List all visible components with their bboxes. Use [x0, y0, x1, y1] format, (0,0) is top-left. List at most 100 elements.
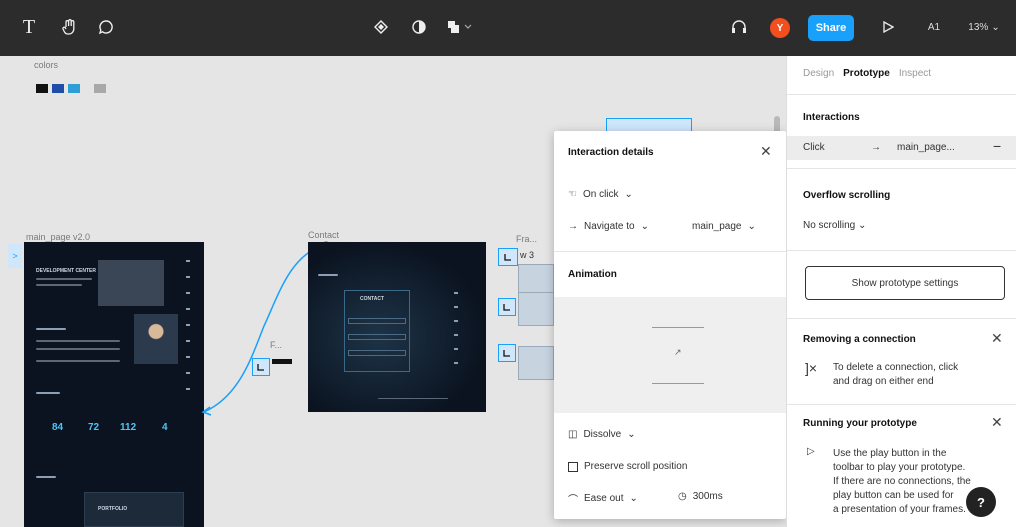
action-value: Navigate to: [584, 221, 635, 232]
running-text-line: a presentation of your frames.: [833, 504, 966, 515]
frame-label-contact[interactable]: Contact: [308, 230, 339, 240]
hand-tool-icon[interactable]: [58, 14, 82, 40]
main-page-headline: DEVELOPMENT CENTER: [36, 268, 97, 274]
close-icon[interactable]: ✕: [991, 330, 1003, 347]
zoom-dropdown[interactable]: 13% ⌄: [966, 18, 1002, 36]
color-swatch-cyan[interactable]: [68, 84, 80, 93]
interaction-details-popover: Interaction details ✕ ☜ On click ⌄ → Nav…: [554, 131, 786, 519]
section-title: [318, 274, 338, 276]
running-text-line: play button can be used for: [833, 490, 954, 501]
play-icon[interactable]: [878, 16, 898, 38]
headphones-icon[interactable]: [728, 16, 750, 38]
preserve-scroll-checkbox[interactable]: Preserve scroll position: [568, 461, 687, 472]
small-frame-bar[interactable]: [272, 359, 292, 364]
cursor-icon: ↗: [674, 347, 682, 357]
divider: [787, 318, 1016, 319]
divider: [787, 250, 1016, 251]
help-button[interactable]: ?: [966, 487, 996, 517]
running-text-line: toolbar to play your prototype.: [833, 462, 966, 473]
frame-thumbnail[interactable]: [518, 292, 554, 326]
divider: [787, 404, 1016, 405]
color-swatch-black[interactable]: [36, 84, 48, 93]
tab-inspect[interactable]: Inspect: [899, 68, 931, 79]
removing-text-line-2: and drag on either end: [833, 376, 934, 387]
frame-label-fra[interactable]: Fra...: [516, 234, 537, 244]
close-icon[interactable]: ✕: [760, 143, 772, 160]
transition-dropdown[interactable]: ◫ Dissolve ⌄: [568, 429, 636, 440]
connection-handle[interactable]: [252, 358, 270, 376]
frame-handle[interactable]: [498, 344, 516, 362]
comment-tool-icon[interactable]: [94, 14, 118, 40]
disconnect-icon: ]×: [805, 360, 818, 376]
running-text-line: If there are no connections, the: [833, 476, 971, 487]
footer-line: [378, 398, 448, 399]
form-field: [348, 350, 406, 356]
component-icon[interactable]: [370, 16, 392, 38]
easing-value: Ease out: [584, 493, 624, 504]
section-title: [36, 392, 60, 394]
trigger-dropdown[interactable]: ☜ On click ⌄: [568, 189, 633, 200]
removing-connection-title: Removing a connection: [803, 334, 916, 345]
overflow-dropdown[interactable]: No scrolling ⌄: [803, 220, 866, 231]
interactions-title: Interactions: [803, 112, 860, 123]
main-page-frame[interactable]: DEVELOPMENT CENTER 84 72 112 4 PORTFOLIO: [24, 242, 204, 527]
frame-marker[interactable]: >: [8, 244, 22, 268]
portrait-image: [134, 314, 178, 364]
checkbox-icon[interactable]: [568, 461, 578, 472]
hero-image: [98, 260, 164, 306]
text-line: [36, 360, 120, 362]
interaction-trigger: Click: [803, 142, 825, 153]
interaction-row[interactable]: Click → main_page... −: [787, 136, 1016, 160]
layers-icon[interactable]: [444, 16, 476, 38]
frame-thumbnail[interactable]: [518, 346, 554, 380]
remove-interaction-icon[interactable]: −: [993, 138, 1001, 154]
action-dropdown[interactable]: → Navigate to ⌄: [568, 221, 649, 232]
chevron-down-icon: ⌄: [747, 221, 756, 232]
close-icon[interactable]: ✕: [991, 414, 1003, 431]
running-text-line: Use the play button in the: [833, 448, 947, 459]
frame-handle[interactable]: [498, 298, 516, 316]
portfolio-label: PORTFOLIO: [98, 506, 128, 512]
colors-label: colors: [34, 60, 59, 70]
nav-dots: [186, 260, 190, 390]
stat-number: 112: [120, 422, 137, 433]
stat-number: 84: [52, 422, 64, 433]
share-button[interactable]: Share: [808, 15, 854, 41]
easing-dropdown[interactable]: ⌒ Ease out ⌄: [568, 491, 638, 506]
popover-title: Interaction details: [568, 147, 654, 158]
destination-dropdown[interactable]: main_page ⌄: [692, 221, 756, 232]
top-toolbar: T Y Share A1 13% ⌄: [0, 0, 1016, 56]
form-field: [348, 318, 406, 324]
trigger-value: On click: [582, 189, 619, 200]
dissolve-icon: ◫: [568, 429, 578, 440]
easing-curve-icon: ⌒: [568, 495, 578, 506]
frame-label-main-page[interactable]: main_page v2.0: [26, 232, 90, 242]
properties-panel: Design Prototype Inspect Interactions Cl…: [786, 56, 1016, 527]
ai-label[interactable]: A1: [922, 18, 946, 36]
removing-text-line-1: To delete a connection, click: [833, 362, 959, 373]
contrast-icon[interactable]: [408, 16, 430, 38]
arrow-right-icon: →: [568, 221, 578, 232]
duration-field[interactable]: ◷ 300ms: [678, 491, 723, 502]
tab-prototype[interactable]: Prototype: [843, 68, 890, 79]
nav-dots: [454, 292, 458, 372]
frame-label-small: F...: [270, 340, 283, 350]
interaction-target: main_page...: [897, 142, 955, 153]
text-line: [36, 284, 82, 286]
arrow-right-icon: →: [871, 142, 881, 153]
color-swatch-gray[interactable]: [94, 84, 106, 93]
color-swatch-blue[interactable]: [52, 84, 64, 93]
clock-icon: ◷: [678, 491, 687, 502]
show-prototype-settings-button[interactable]: Show prototype settings: [805, 266, 1005, 300]
user-avatar[interactable]: Y: [770, 18, 790, 38]
text-tool-icon[interactable]: T: [18, 14, 40, 40]
panel-tabs: Design Prototype Inspect: [803, 68, 931, 79]
tab-design[interactable]: Design: [803, 68, 834, 79]
frame-handle[interactable]: [498, 248, 518, 266]
contact-frame[interactable]: CONTACT: [308, 242, 486, 412]
text-line: [36, 340, 120, 342]
divider: [787, 168, 1016, 169]
chevron-down-icon: ⌄: [629, 493, 638, 504]
overflow-title: Overflow scrolling: [803, 190, 891, 201]
figma-app: T Y Share A1 13% ⌄ colors main_page v2.0…: [0, 0, 1016, 527]
